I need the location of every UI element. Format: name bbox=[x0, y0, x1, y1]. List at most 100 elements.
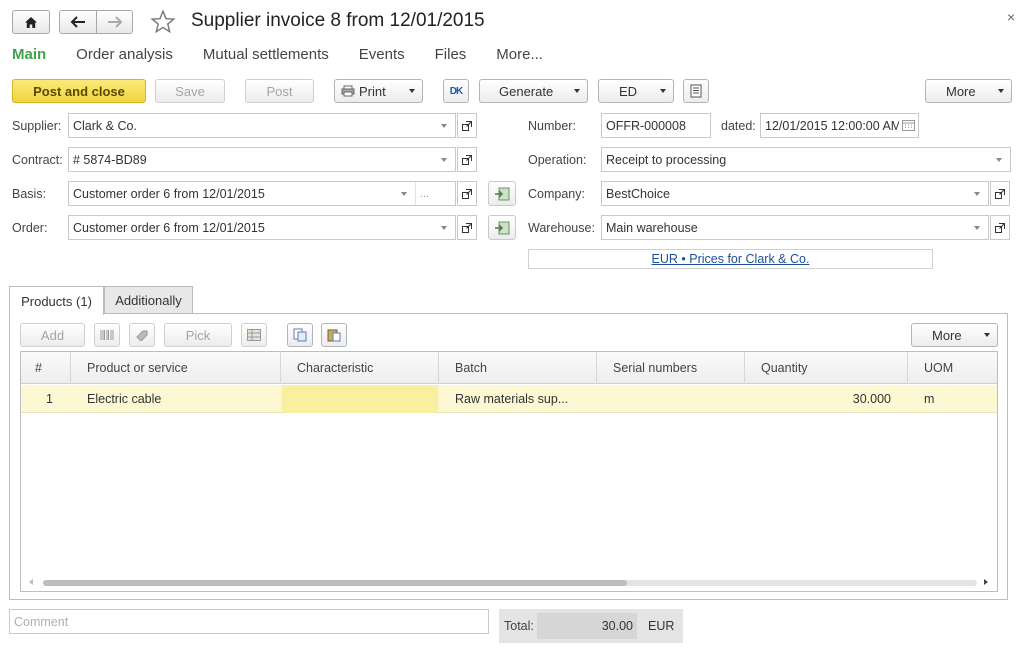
add-button[interactable]: Add bbox=[20, 323, 85, 347]
row-characteristic[interactable] bbox=[282, 385, 438, 413]
chevron-down-icon[interactable] bbox=[988, 148, 1010, 171]
barcode-button[interactable] bbox=[94, 323, 120, 347]
discount-button[interactable] bbox=[129, 323, 155, 347]
chevron-down-icon[interactable] bbox=[966, 216, 988, 239]
order-field[interactable]: Customer order 6 from 12/01/2015 bbox=[68, 215, 456, 240]
dk-button[interactable]: DK bbox=[443, 79, 469, 103]
col-serial-numbers[interactable]: Serial numbers bbox=[597, 352, 745, 384]
order-value: Customer order 6 from 12/01/2015 bbox=[73, 220, 265, 235]
save-button[interactable]: Save bbox=[155, 79, 225, 103]
tab-order-analysis[interactable]: Order analysis bbox=[76, 46, 173, 63]
more-button[interactable]: More bbox=[925, 79, 1012, 103]
open-basis-button[interactable] bbox=[457, 181, 477, 206]
warehouse-value: Main warehouse bbox=[606, 220, 698, 235]
basis-field[interactable]: Customer order 6 from 12/01/2015 ... bbox=[68, 181, 456, 206]
chevron-down-icon[interactable] bbox=[433, 114, 455, 137]
arrow-right-icon bbox=[107, 16, 122, 28]
col-number[interactable]: # bbox=[21, 352, 71, 384]
home-icon bbox=[25, 16, 37, 28]
chevron-down-icon[interactable] bbox=[393, 182, 415, 205]
horizontal-scrollbar[interactable] bbox=[21, 576, 997, 590]
row-batch: Raw materials sup... bbox=[455, 392, 569, 406]
open-warehouse-button[interactable] bbox=[990, 215, 1010, 240]
total-value: 30.00 bbox=[537, 613, 637, 639]
post-button[interactable]: Post bbox=[245, 79, 314, 103]
col-product[interactable]: Product or service bbox=[71, 352, 281, 384]
date-value: 12/01/2015 12:00:00 AM bbox=[765, 118, 899, 133]
fill-by-order-button[interactable] bbox=[488, 215, 516, 240]
tab-files[interactable]: Files bbox=[435, 46, 467, 63]
open-contract-button[interactable] bbox=[457, 147, 477, 172]
col-quantity[interactable]: Quantity bbox=[745, 352, 908, 384]
col-uom[interactable]: UOM bbox=[908, 352, 997, 384]
products-table: # Product or service Characteristic Batc… bbox=[20, 351, 998, 592]
paste-button[interactable] bbox=[321, 323, 347, 347]
star-icon[interactable] bbox=[150, 9, 176, 35]
calendar-icon[interactable] bbox=[902, 120, 915, 134]
company-field[interactable]: BestChoice bbox=[601, 181, 989, 206]
tab-products[interactable]: Products (1) bbox=[9, 286, 104, 315]
dated-label: dated: bbox=[721, 119, 756, 133]
paste-icon bbox=[327, 329, 341, 342]
document-icon bbox=[690, 84, 702, 98]
pick-button[interactable]: Pick bbox=[164, 323, 232, 347]
chevron-down-icon bbox=[409, 89, 415, 93]
fill-by-basis-button[interactable] bbox=[488, 181, 516, 206]
ed-button[interactable]: ED bbox=[598, 79, 674, 103]
chevron-down-icon[interactable] bbox=[966, 182, 988, 205]
tab-main[interactable]: Main bbox=[12, 46, 46, 63]
print-button[interactable]: Print bbox=[334, 79, 423, 103]
operation-field[interactable]: Receipt to processing bbox=[601, 147, 1011, 172]
warehouse-field[interactable]: Main warehouse bbox=[601, 215, 989, 240]
printer-icon bbox=[341, 85, 355, 97]
open-company-button[interactable] bbox=[990, 181, 1010, 206]
number-field[interactable]: OFFR-000008 bbox=[601, 113, 711, 138]
open-icon bbox=[995, 222, 1005, 233]
scroll-left-icon[interactable] bbox=[29, 579, 33, 585]
col-batch[interactable]: Batch bbox=[439, 352, 597, 384]
forward-button[interactable] bbox=[96, 10, 133, 34]
fill-icon bbox=[495, 221, 510, 234]
tab-mutual-settlements[interactable]: Mutual settlements bbox=[203, 46, 329, 63]
company-label: Company: bbox=[528, 187, 585, 201]
open-order-button[interactable] bbox=[457, 215, 477, 240]
table-header: # Product or service Characteristic Batc… bbox=[21, 352, 997, 384]
post-and-close-button[interactable]: Post and close bbox=[12, 79, 146, 103]
open-supplier-button[interactable] bbox=[457, 113, 477, 138]
table-fill-button[interactable] bbox=[241, 323, 267, 347]
price-link[interactable]: EUR • Prices for Clark & Co. bbox=[652, 252, 810, 266]
table-icon bbox=[247, 329, 261, 341]
ellipsis-icon[interactable]: ... bbox=[415, 182, 433, 205]
generate-button[interactable]: Generate bbox=[479, 79, 588, 103]
table-row[interactable]: 1 Electric cable Raw materials sup... 30… bbox=[21, 385, 997, 413]
page-title: Supplier invoice 8 from 12/01/2015 bbox=[191, 10, 485, 31]
tab-more[interactable]: More... bbox=[496, 46, 543, 63]
table-more-button[interactable]: More bbox=[911, 323, 998, 347]
fill-icon bbox=[495, 187, 510, 200]
close-icon[interactable]: × bbox=[1007, 9, 1015, 25]
report-button[interactable] bbox=[683, 79, 709, 103]
scroll-right-icon[interactable] bbox=[984, 579, 988, 585]
chevron-down-icon[interactable] bbox=[433, 148, 455, 171]
copy-button[interactable] bbox=[287, 323, 313, 347]
home-button[interactable] bbox=[12, 10, 50, 34]
operation-value: Receipt to processing bbox=[606, 152, 727, 167]
price-link-box: EUR • Prices for Clark & Co. bbox=[528, 249, 933, 269]
chevron-down-icon bbox=[984, 333, 990, 337]
contract-field[interactable]: # 5874-BD89 bbox=[68, 147, 456, 172]
basis-label: Basis: bbox=[12, 187, 47, 201]
contract-value: # 5874-BD89 bbox=[73, 152, 147, 167]
comment-field[interactable]: Comment bbox=[9, 609, 489, 634]
supplier-field[interactable]: Clark & Co. bbox=[68, 113, 456, 138]
open-icon bbox=[462, 222, 472, 233]
back-button[interactable] bbox=[59, 10, 97, 34]
company-value: BestChoice bbox=[606, 186, 670, 201]
date-field[interactable]: 12/01/2015 12:00:00 AM bbox=[760, 113, 919, 138]
tab-events[interactable]: Events bbox=[359, 46, 405, 63]
chevron-down-icon[interactable] bbox=[433, 216, 455, 239]
tab-additionally[interactable]: Additionally bbox=[104, 286, 193, 314]
number-label: Number: bbox=[528, 119, 576, 133]
scroll-thumb[interactable] bbox=[43, 580, 627, 586]
contract-label: Contract: bbox=[12, 153, 63, 167]
col-characteristic[interactable]: Characteristic bbox=[281, 352, 439, 384]
